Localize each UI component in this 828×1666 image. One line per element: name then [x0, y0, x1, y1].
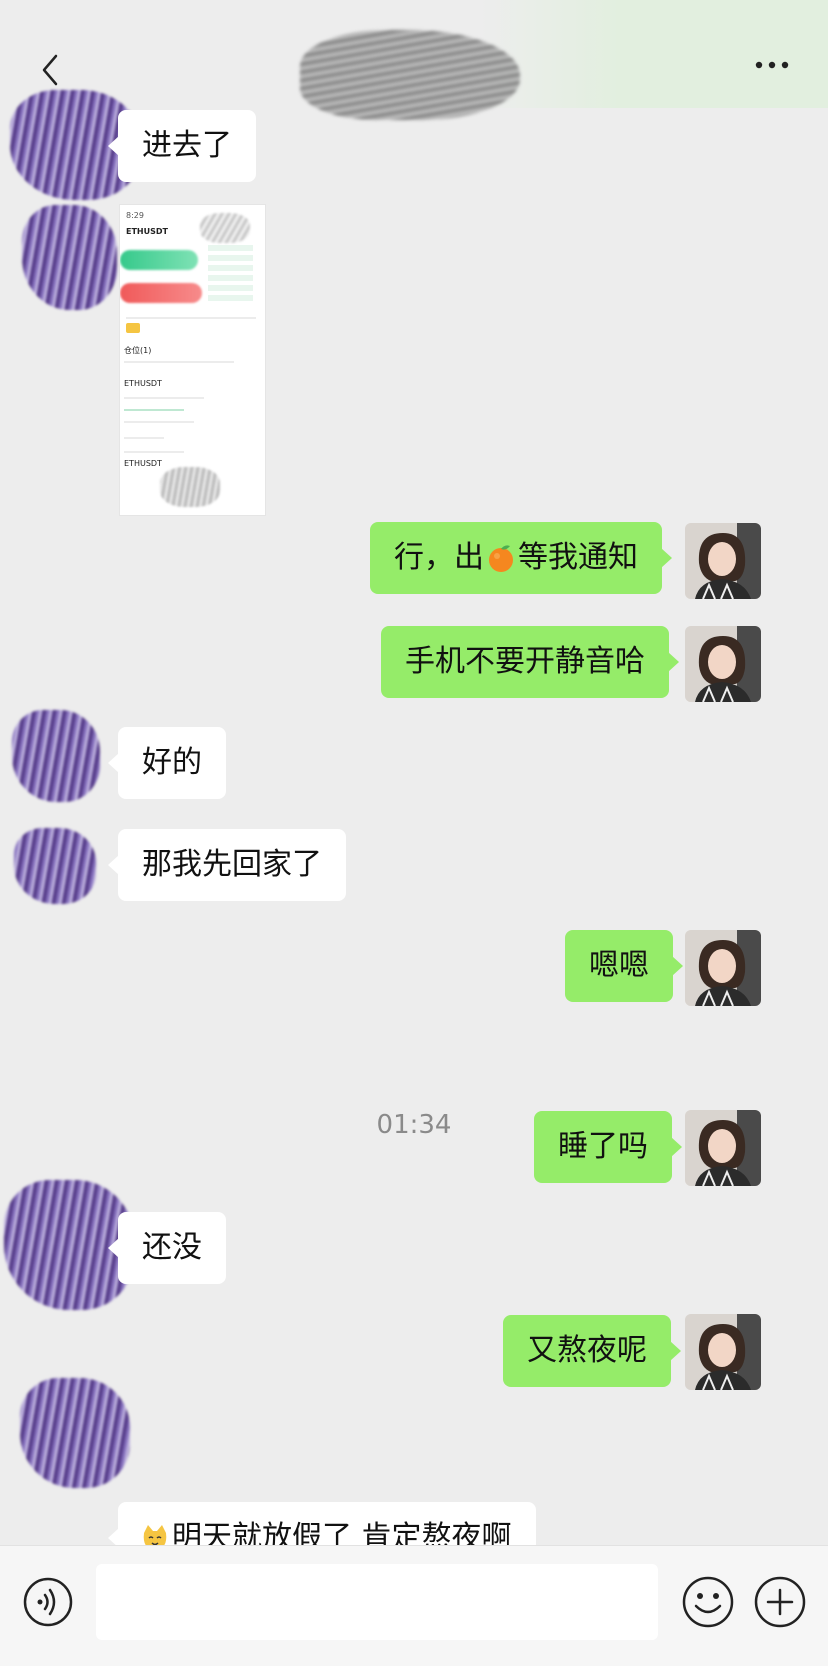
message-text: 嗯嗯 [589, 948, 649, 983]
message-text: 睡了吗 [558, 1129, 648, 1164]
input-bar [0, 1545, 828, 1666]
image-text: 仓位(1) [124, 346, 152, 355]
image-text: ETHUSDT [124, 379, 162, 388]
message-text: 进去了 [142, 128, 232, 163]
message-bubble-incoming[interactable]: 那我先回家了 [108, 829, 346, 901]
image-text: 8:29 [126, 211, 144, 220]
message-bubble-outgoing[interactable]: 嗯嗯 [565, 930, 683, 1002]
image-text: ETHUSDT [124, 459, 162, 468]
contact-avatar[interactable] [14, 828, 96, 904]
title-redacted [300, 30, 520, 120]
orderbook [208, 245, 253, 305]
chevron-left-icon[interactable] [38, 52, 62, 88]
title-area [480, 0, 828, 108]
message-bubble-outgoing[interactable]: 行，出 等我通知 [370, 522, 672, 594]
contact-avatar[interactable] [12, 710, 100, 802]
divider [124, 397, 204, 399]
message-bubble-incoming[interactable]: 还没 [108, 1212, 226, 1284]
banner-icon [126, 323, 140, 333]
user-avatar[interactable] [685, 1314, 761, 1390]
user-avatar[interactable] [685, 1110, 761, 1186]
divider [124, 421, 194, 423]
message-bubble-outgoing[interactable]: 手机不要开静音哈 [381, 626, 679, 698]
message-bubble-outgoing[interactable]: 又熬夜呢 [503, 1315, 681, 1387]
tangerine-emoji-icon [489, 545, 513, 572]
voice-icon[interactable] [22, 1576, 74, 1628]
message-bubble-incoming[interactable]: 进去了 [108, 110, 256, 182]
message-text: 等我通知 [518, 540, 638, 575]
message-text: 行，出 [394, 540, 484, 575]
divider [124, 361, 234, 363]
emoji-icon[interactable] [680, 1574, 736, 1630]
top-bar [0, 0, 828, 120]
divider [124, 437, 164, 439]
contact-avatar[interactable] [22, 205, 117, 310]
user-avatar[interactable] [685, 930, 761, 1006]
message-bubble-outgoing[interactable]: 睡了吗 [534, 1111, 682, 1183]
more-dots-icon[interactable] [754, 60, 790, 70]
image-message[interactable]: 8:29 ETHUSDT 仓位(1) ETHUSDT ETHUSDT [120, 205, 265, 515]
red-bar [120, 283, 202, 303]
message-text: 又熬夜呢 [527, 1333, 647, 1368]
divider [126, 317, 256, 319]
user-avatar[interactable] [685, 626, 761, 702]
message-input[interactable] [96, 1564, 658, 1640]
redacted-area [200, 213, 250, 243]
user-avatar[interactable] [685, 523, 761, 599]
message-text: 那我先回家了 [142, 847, 322, 882]
image-text: ETHUSDT [126, 227, 168, 236]
divider [124, 451, 184, 453]
contact-avatar[interactable] [20, 1378, 130, 1488]
green-bar [120, 250, 198, 270]
redacted-area [160, 467, 220, 507]
message-text: 好的 [142, 745, 202, 780]
message-bubble-incoming[interactable]: 好的 [108, 727, 226, 799]
message-text: 手机不要开静音哈 [405, 644, 645, 679]
message-text: 还没 [142, 1230, 202, 1265]
plus-icon[interactable] [752, 1574, 808, 1630]
divider [124, 409, 184, 411]
